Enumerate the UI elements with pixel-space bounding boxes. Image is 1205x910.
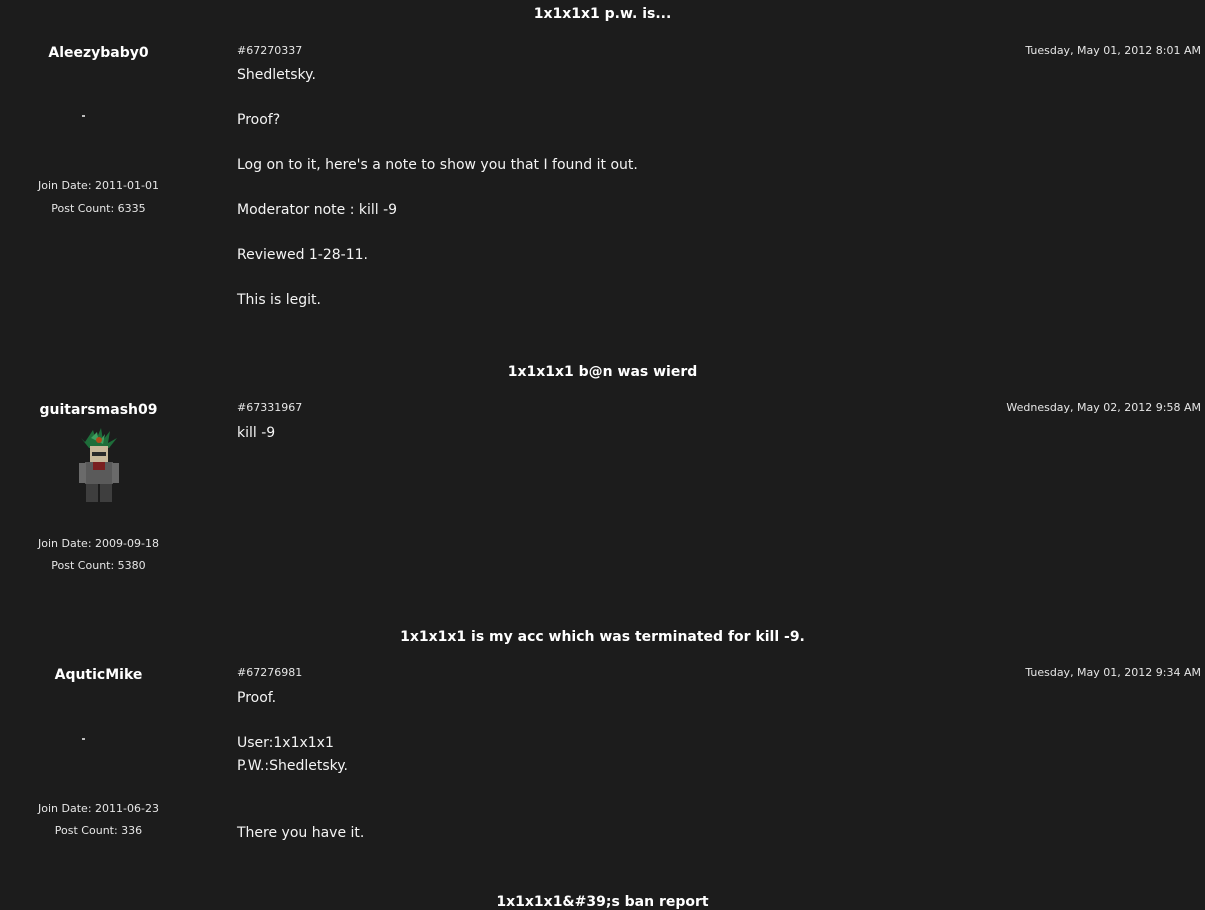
author-name[interactable]: guitarsmash09 [0,402,197,418]
post-line: This is legit. [237,292,321,308]
author-name[interactable]: Aleezybaby0 [0,45,197,61]
thread-title[interactable]: 1x1x1x1 p.w. is... [0,6,1205,22]
post-line: Log on to it, here's a note to show you … [237,157,638,173]
post-body: Proof. User:1x1x1x1 P.W.:Shedletsky. The… [237,687,1167,845]
post-count: Post Count: 336 [54,824,143,837]
post-line: Proof? [237,112,281,128]
post-line [237,222,1167,245]
post-body: kill -9 [237,422,1167,445]
avatar[interactable] [82,738,85,740]
post-line: Moderator note : kill -9 [237,202,398,218]
post-line: User:1x1x1x1 [237,735,334,751]
post-line: Reviewed 1-28-11. [237,247,368,263]
author-name[interactable]: AquticMike [0,667,197,683]
post-line: Shedletsky. [237,67,316,83]
post-count: Post Count: 5380 [51,559,146,572]
post-line: kill -9 [237,425,276,441]
post-body: Shedletsky. Proof? Log on to it, here's … [237,64,1167,312]
post-date: Tuesday, May 01, 2012 9:34 AM [1025,666,1201,679]
join-date: Join Date: 2009-09-18 [38,537,159,550]
post-line [237,87,1167,110]
post-id[interactable]: #67331967 [237,401,302,414]
thread-title[interactable]: 1x1x1x1 is my acc which was terminated f… [0,629,1205,645]
post-line: P.W.:Shedletsky. [237,757,349,774]
thread-title[interactable]: 1x1x1x1 b@n was wierd [0,364,1205,380]
post-line [237,777,1167,800]
post-line [237,800,1167,823]
post-line: There you have it. [237,825,365,841]
post-line: Proof. [237,690,277,706]
post-line [237,132,1167,155]
post-id[interactable]: #67270337 [237,44,302,57]
post-line [237,267,1167,290]
post-date: Wednesday, May 02, 2012 9:58 AM [1006,401,1201,414]
avatar-image [79,428,119,502]
post-line [237,177,1167,200]
avatar[interactable] [63,428,135,504]
join-date: Join Date: 2011-06-23 [38,802,159,815]
post-id[interactable]: #67276981 [237,666,302,679]
post-line [237,710,1167,733]
avatar[interactable] [82,115,85,117]
post-count: Post Count: 6335 [51,202,146,215]
post-date: Tuesday, May 01, 2012 8:01 AM [1025,44,1201,57]
join-date: Join Date: 2011-01-01 [38,179,159,192]
